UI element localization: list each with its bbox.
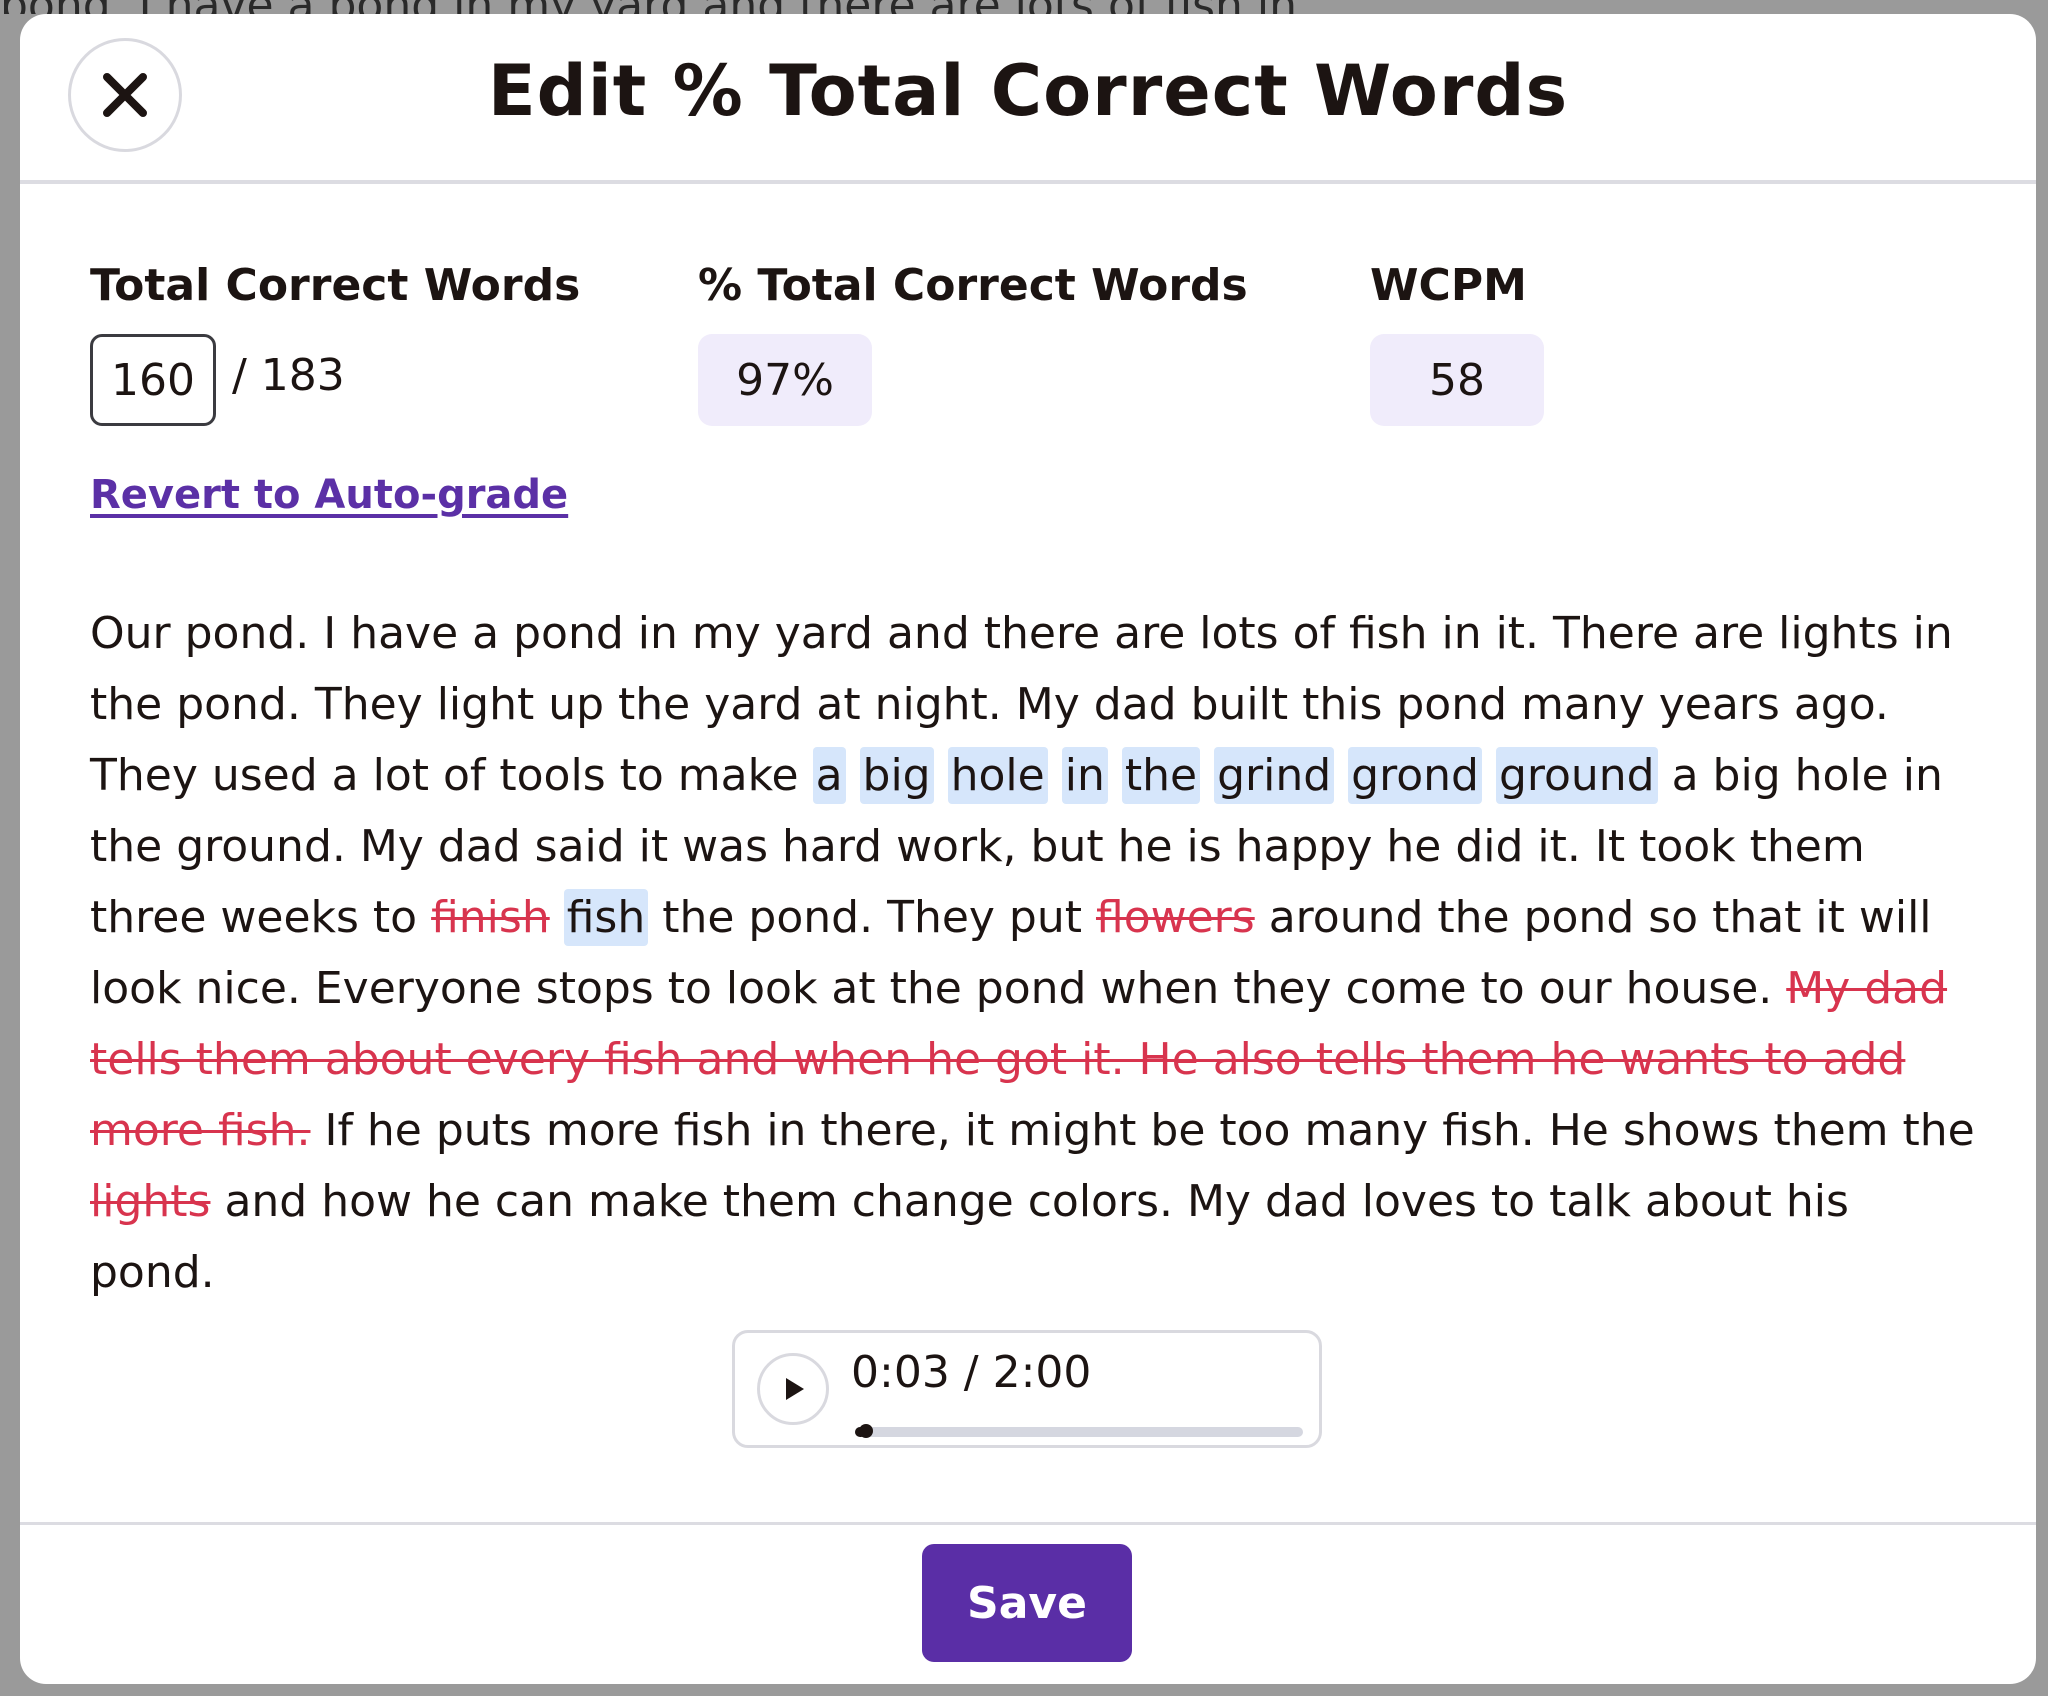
inserted-word[interactable]: a bbox=[812, 747, 846, 804]
passage-text: If he puts more fish in there, it might … bbox=[310, 1105, 1975, 1156]
total-correct-words-input[interactable] bbox=[90, 334, 216, 426]
inserted-word[interactable]: grond bbox=[1348, 747, 1482, 804]
modal-header: Edit % Total Correct Words bbox=[20, 14, 2036, 184]
audio-progress-track[interactable] bbox=[855, 1424, 1303, 1438]
reading-passage: Our pond. I have a pond in my yard and t… bbox=[90, 598, 1980, 1308]
passage-text bbox=[1334, 750, 1348, 801]
modal-title: Edit % Total Correct Words bbox=[487, 50, 1569, 132]
edit-modal: Edit % Total Correct Words Total Correct… bbox=[20, 14, 2036, 1684]
wcpm-value: 58 bbox=[1370, 334, 1544, 426]
passage-text: the pond. They put bbox=[648, 892, 1096, 943]
audio-player: 0:03 / 2:00 bbox=[732, 1330, 1322, 1448]
passage-text bbox=[934, 750, 948, 801]
inserted-word[interactable]: grind bbox=[1214, 747, 1335, 804]
passage-text bbox=[1048, 750, 1062, 801]
footer-divider bbox=[20, 1522, 2036, 1525]
total-correct-words-label: Total Correct Words bbox=[90, 260, 581, 311]
omitted-word[interactable]: lights bbox=[90, 1176, 210, 1227]
inserted-word[interactable]: ground bbox=[1495, 747, 1658, 804]
wcpm-label: WCPM bbox=[1370, 260, 1527, 311]
passage-text bbox=[846, 750, 860, 801]
omitted-word[interactable]: flowers bbox=[1096, 892, 1255, 943]
inserted-word[interactable]: hole bbox=[947, 747, 1048, 804]
omitted-word[interactable]: finish bbox=[431, 892, 550, 943]
save-button[interactable]: Save bbox=[922, 1544, 1132, 1662]
inserted-word[interactable]: in bbox=[1061, 747, 1108, 804]
revert-to-autograde-link[interactable]: Revert to Auto-grade bbox=[90, 472, 568, 518]
passage-text: and how he can make them change colors. … bbox=[90, 1176, 1849, 1298]
percent-correct-value: 97% bbox=[698, 334, 872, 426]
audio-time: 0:03 / 2:00 bbox=[851, 1347, 1092, 1398]
passage-text bbox=[550, 892, 564, 943]
play-icon bbox=[786, 1378, 804, 1400]
inserted-word[interactable]: the bbox=[1121, 747, 1201, 804]
inserted-word[interactable]: fish bbox=[563, 889, 649, 946]
background-passage-line: pond. I have a pond in my yard and there… bbox=[0, 0, 2048, 14]
inserted-word[interactable]: big bbox=[859, 747, 934, 804]
percent-correct-label: % Total Correct Words bbox=[698, 260, 1248, 311]
total-words-count: / 183 bbox=[232, 350, 345, 401]
play-button[interactable] bbox=[757, 1353, 829, 1425]
passage-text bbox=[1108, 750, 1122, 801]
passage-text bbox=[1200, 750, 1214, 801]
passage-text bbox=[1482, 750, 1496, 801]
audio-progress-handle[interactable] bbox=[859, 1424, 874, 1438]
